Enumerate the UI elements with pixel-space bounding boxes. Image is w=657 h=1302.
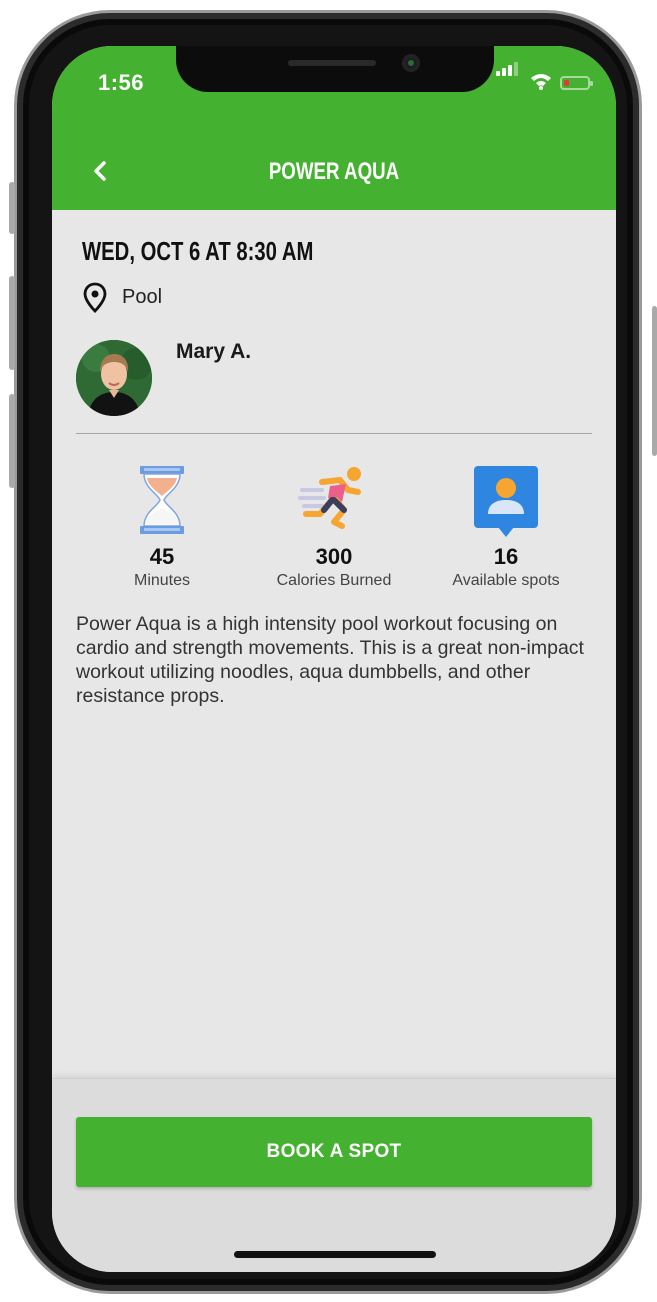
duration-value: 45 bbox=[149, 544, 175, 569]
status-bar: 1:56 bbox=[52, 46, 616, 138]
trainer-name[interactable]: Mary A. bbox=[176, 340, 251, 364]
volume-up-button bbox=[9, 276, 15, 370]
spots-label: Available spots bbox=[452, 572, 560, 589]
power-button bbox=[652, 306, 657, 456]
front-camera bbox=[402, 54, 420, 72]
trainer-avatar[interactable] bbox=[76, 340, 152, 416]
status-time: 1:56 bbox=[98, 70, 145, 95]
wifi-icon bbox=[531, 74, 551, 90]
person-badge-icon bbox=[474, 466, 538, 537]
battery-icon bbox=[560, 76, 593, 90]
notch bbox=[176, 46, 494, 92]
location-pin-icon bbox=[83, 282, 107, 313]
divider bbox=[76, 433, 592, 434]
stat-calories: 300 Calories Burned bbox=[248, 464, 420, 590]
nav-bar: POWER AQUA bbox=[52, 138, 616, 210]
book-spot-button[interactable]: BOOK A SPOT bbox=[76, 1117, 592, 1187]
bottom-action-bar: BOOK A SPOT bbox=[52, 1078, 616, 1272]
mute-switch bbox=[9, 182, 15, 234]
app-screen: 1:56 POWER AQUA WED, OCT 6 AT 8:30 AM Po… bbox=[52, 46, 616, 1272]
speaker-grille bbox=[288, 60, 376, 66]
home-indicator[interactable] bbox=[234, 1251, 436, 1258]
calories-value: 300 bbox=[315, 544, 353, 569]
duration-label: Minutes bbox=[133, 572, 191, 589]
back-chevron-icon[interactable] bbox=[84, 154, 118, 188]
spots-value: 16 bbox=[493, 544, 519, 569]
runner-icon bbox=[298, 467, 361, 529]
class-datetime: WED, OCT 6 AT 8:30 AM bbox=[82, 236, 314, 266]
page-title: POWER AQUA bbox=[268, 158, 400, 185]
hourglass-icon bbox=[140, 466, 184, 534]
volume-down-button bbox=[9, 394, 15, 488]
stat-spots: 16 Available spots bbox=[420, 464, 592, 590]
class-location: Pool bbox=[122, 286, 163, 308]
stat-duration: 45 Minutes bbox=[76, 464, 248, 590]
calories-label: Calories Burned bbox=[276, 572, 392, 589]
class-description: Power Aqua is a high intensity pool work… bbox=[76, 613, 584, 707]
